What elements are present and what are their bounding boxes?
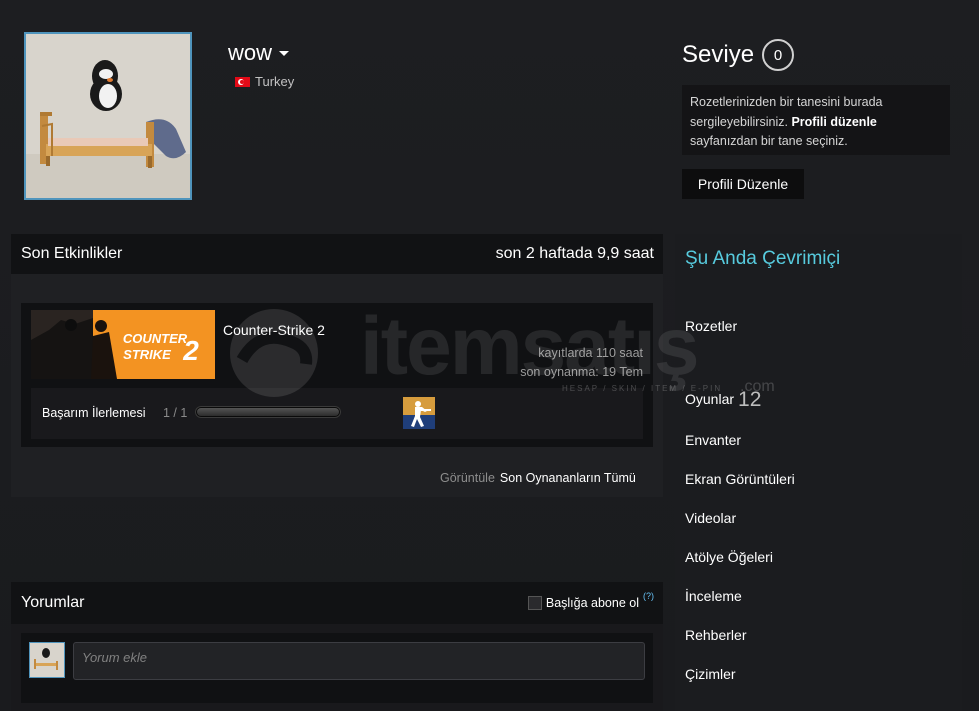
- persona-name[interactable]: wow: [228, 40, 290, 66]
- level-label: Seviye: [682, 41, 755, 68]
- cs2-capsule-art: COUNTER STRIKE 2: [31, 310, 215, 379]
- sidebar-item-reviews[interactable]: İnceleme: [685, 588, 742, 604]
- sidebar-item-label: Çizimler: [685, 666, 736, 682]
- sidebar-item-label: Ekran Görüntüleri: [685, 471, 795, 487]
- comments-header: Yorumlar Başlığa abone ol (?): [11, 582, 663, 624]
- country-name: Turkey: [255, 74, 295, 89]
- level-badge[interactable]: 0: [762, 39, 795, 71]
- game-capsule-image[interactable]: COUNTER STRIKE 2: [31, 310, 215, 379]
- persona-name-text: wow: [228, 40, 273, 65]
- playtime-summary: son 2 haftada 9,9 saat: [495, 245, 654, 262]
- watermark-domain: .com: [740, 378, 775, 395]
- badge-showcase-info: Rozetlerinizden bir tanesini burada serg…: [682, 85, 950, 155]
- view-label: Görüntüle: [440, 471, 495, 485]
- profile-avatar[interactable]: [24, 32, 192, 200]
- sidebar-item-inventory[interactable]: Envanter: [685, 432, 741, 448]
- level-header: Seviye 0: [682, 39, 795, 71]
- achievement-progress-bar: [195, 406, 341, 418]
- view-all-recent-link[interactable]: Son Oynananların Tümü: [500, 471, 636, 485]
- achievement-progress-fill: [197, 408, 339, 416]
- watermark-brand: itemsatış: [360, 301, 700, 392]
- capsule-line-1: COUNTER: [123, 331, 188, 346]
- comments-title: Yorumlar: [21, 594, 85, 611]
- badge-info-text-end: sayfanızdan bir tane seçiniz.: [690, 134, 848, 148]
- achievement-label[interactable]: Başarım İlerlemesi: [42, 406, 146, 420]
- online-status: Şu Anda Çevrimiçi: [685, 248, 841, 269]
- sidebar-item-screenshots[interactable]: Ekran Görüntüleri: [685, 471, 795, 487]
- achievement-count: 1 / 1: [163, 406, 188, 420]
- sidebar-item-label: Videolar: [685, 510, 737, 526]
- sidebar-item-label: Envanter: [685, 432, 742, 448]
- commenter-avatar: [29, 642, 65, 678]
- subscribe-checkbox[interactable]: [527, 596, 542, 610]
- sidebar-item-label: İnceleme: [685, 588, 742, 604]
- chevron-down-icon[interactable]: [279, 50, 290, 56]
- turkey-flag-icon: [235, 76, 250, 87]
- capsule-number: 2: [182, 335, 199, 366]
- edit-profile-button[interactable]: Profili Düzenle: [682, 169, 804, 199]
- sidebar-item-guides[interactable]: Rehberler: [685, 627, 746, 643]
- subscribe-label[interactable]: Başlığa abone ol: [546, 596, 639, 610]
- recent-activity-title: Son Etkinlikler: [21, 245, 123, 262]
- view-all-row: Görüntüle Son Oynananların Tümü: [440, 471, 636, 485]
- pingu-bed-avatar-icon: [26, 34, 190, 198]
- recent-activity-header: Son Etkinlikler son 2 haftada 9,9 saat: [11, 234, 663, 274]
- sidebar-item-videos[interactable]: Videolar: [685, 510, 736, 526]
- watermark-subtitle: HESAP / SKIN / ITEM / E-PIN: [562, 384, 723, 393]
- sidebar-item-label: Rehberler: [685, 627, 747, 643]
- game-name-link[interactable]: Counter-Strike 2: [223, 322, 325, 338]
- sidebar-item-artwork[interactable]: Çizimler: [685, 666, 736, 682]
- profile-location: Turkey: [235, 74, 294, 89]
- capsule-line-2: STRIKE: [123, 347, 171, 362]
- edit-profile-link[interactable]: Profili düzenle: [791, 115, 876, 129]
- sidebar-item-workshop[interactable]: Atölye Öğeleri: [685, 549, 773, 565]
- comment-input[interactable]: Yorum ekle: [73, 642, 645, 680]
- achievement-icon[interactable]: [403, 397, 435, 429]
- help-icon[interactable]: (?): [643, 591, 654, 601]
- cs-soldier-icon: [403, 397, 435, 429]
- subscribe-option[interactable]: Başlığa abone ol (?): [527, 591, 654, 610]
- sidebar-item-label: Atölye Öğeleri: [685, 549, 773, 565]
- avatar-mini-icon: [30, 643, 64, 677]
